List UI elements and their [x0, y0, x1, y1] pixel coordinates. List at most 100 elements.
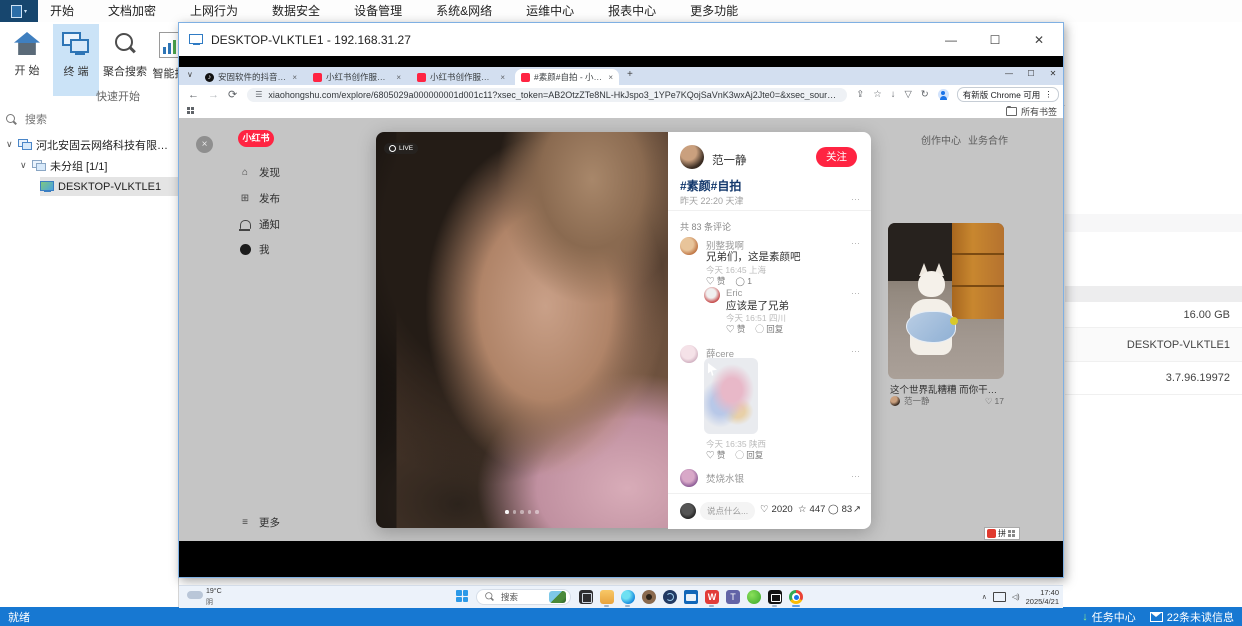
tab-close-icon[interactable]: × [292, 73, 297, 82]
taskbar-clock[interactable]: 17:40 2025/4/21 [1026, 588, 1059, 607]
menu-item-doc-encrypt[interactable]: 文档加密 [104, 0, 160, 24]
xiaohongshu-logo[interactable]: 小红书 [238, 130, 274, 147]
nav-notifications[interactable]: 通知 [239, 217, 280, 232]
feed-like-button[interactable]: ♡ 17 [985, 396, 1004, 407]
apps-grid-icon[interactable] [187, 107, 194, 114]
browser-close-button[interactable]: ✕ [1043, 67, 1063, 81]
tab-xhs-creator-1[interactable]: 小红书创作服务平台 × [307, 69, 407, 85]
edge-browser-icon[interactable] [621, 590, 635, 604]
tab-close-icon[interactable]: × [500, 73, 505, 82]
remote-minimize-button[interactable]: — [929, 23, 973, 56]
nav-more[interactable]: ≡ 更多 [239, 515, 280, 530]
menu-item-device-mgmt[interactable]: 设备管理 [350, 0, 406, 24]
all-bookmarks-button[interactable]: 所有书签 [1006, 105, 1057, 118]
more-icon[interactable]: ⋯ [851, 238, 860, 249]
comment-like-button[interactable]: ♡ 赞 [706, 275, 725, 287]
wps-office-icon[interactable]: W [705, 590, 719, 604]
business-coop-link[interactable]: 业务合作 [968, 132, 1008, 147]
browser-minimize-button[interactable]: — [999, 67, 1019, 81]
task-view-icon[interactable] [579, 590, 593, 604]
tab-xhs-creator-2[interactable]: 小红书创作服务平台 × [411, 69, 511, 85]
menu-item-web-behavior[interactable]: 上网行为 [186, 0, 242, 24]
sidebar-search[interactable] [6, 111, 166, 129]
tree-node-company[interactable]: ∨ 河北安固云网络科技有限公司 [1/1] [6, 135, 178, 154]
nav-me[interactable]: 我 [239, 242, 270, 257]
weather-temp[interactable]: 19°C [206, 588, 222, 595]
tree-node-terminal[interactable]: DESKTOP-VLKTLE1 [40, 177, 178, 196]
more-icon[interactable]: ⋯ [851, 346, 860, 357]
profile-avatar-icon[interactable] [938, 89, 949, 100]
download-icon[interactable]: ↓ [891, 89, 896, 100]
modal-close-button[interactable]: × [196, 136, 213, 153]
comment-author[interactable]: 焚烧水银 [706, 471, 744, 485]
follow-button[interactable]: 关注 [816, 147, 857, 167]
tab-search-chevron-icon[interactable]: ∨ [187, 70, 193, 79]
task-center-button[interactable]: ↓ 任务中心 [1082, 609, 1136, 625]
bookmark-star-icon[interactable]: ☆ [873, 89, 882, 100]
expand-icon[interactable]: ∨ [20, 160, 28, 171]
avatar[interactable] [890, 396, 900, 406]
weather-cloud-icon[interactable] [187, 591, 203, 599]
collect-button[interactable]: ☆ 447 [798, 504, 825, 515]
app-logo-button[interactable]: ▾ [0, 0, 38, 22]
comment-button[interactable]: ◯ 83 [828, 504, 852, 515]
expand-icon[interactable]: ∨ [6, 139, 14, 150]
unread-messages-button[interactable]: 22条未读信息 [1150, 609, 1234, 625]
tab-xhs-post-active[interactable]: #素颜#自拍 - 小红书 × [515, 69, 619, 85]
remote-close-button[interactable]: ✕ [1017, 23, 1061, 56]
share-button[interactable]: ↗ [853, 504, 861, 515]
chrome-update-chip[interactable]: 有新版 Chrome 可用 ⋮ [957, 87, 1059, 102]
wechat-icon[interactable] [747, 590, 761, 604]
feed-card-caption[interactable]: 这个世界乱糟糟 而你干干净净 [890, 382, 1004, 396]
tab-close-icon[interactable]: × [608, 73, 613, 82]
post-title[interactable]: #素颜#自拍 [680, 177, 741, 194]
my-avatar[interactable] [680, 503, 696, 519]
comment-like-button[interactable]: ♡ 赞 [706, 449, 725, 461]
extension-flask-icon[interactable]: ▽ [904, 89, 911, 100]
send-to-devices-icon[interactable]: ⇪ [856, 89, 864, 100]
kebab-menu-icon[interactable]: ⋮ [1044, 89, 1053, 100]
tree-node-group[interactable]: ∨ 未分组 [1/1] [20, 156, 178, 175]
ribbon-start-button[interactable]: 开 始 [4, 24, 50, 96]
tab-douyin[interactable]: ♪ 安固软件的抖音 - 抖音 × [199, 69, 303, 85]
menu-item-system-network[interactable]: 系统&网络 [432, 0, 496, 24]
commenter-avatar[interactable] [680, 237, 698, 255]
feed-author-name[interactable]: 范一静 [904, 395, 930, 407]
file-explorer-icon[interactable] [600, 590, 614, 604]
menu-item-data-security[interactable]: 数据安全 [268, 0, 324, 24]
copilot-icon[interactable] [663, 590, 677, 604]
more-icon[interactable]: ⋯ [851, 471, 860, 482]
nav-publish[interactable]: ⊞ 发布 [239, 191, 280, 206]
remote-maximize-button[interactable]: ☐ [973, 23, 1017, 56]
like-button[interactable]: ♡ 2020 [760, 504, 793, 515]
menu-item-start[interactable]: 开始 [46, 0, 78, 24]
address-bar[interactable]: ☰ xiaohongshu.com/explore/6805029a000000… [247, 88, 847, 102]
forward-icon[interactable]: → [208, 89, 219, 101]
creator-center-link[interactable]: 创作中心 [921, 132, 961, 147]
author-avatar[interactable] [680, 145, 704, 169]
post-photo[interactable]: LIVE [376, 132, 668, 528]
taskbar-search[interactable]: 搜索 [476, 589, 571, 605]
commenter-avatar[interactable] [680, 469, 698, 487]
comment-reply-button[interactable]: ◯ 1 [735, 276, 752, 287]
site-info-icon[interactable]: ☰ [255, 90, 262, 99]
nav-discover[interactable]: ⌂ 发现 [239, 165, 280, 180]
outlook-icon[interactable] [684, 590, 698, 604]
history-icon[interactable]: ↻ [921, 89, 929, 100]
commenter-avatar[interactable] [704, 287, 720, 303]
feed-card-dog-image[interactable] [888, 223, 1004, 379]
capcut-icon[interactable] [768, 590, 782, 604]
start-button[interactable] [456, 590, 469, 603]
comment-input[interactable]: 说点什么... [700, 502, 755, 520]
ribbon-search-button[interactable]: 聚合搜索 [101, 24, 149, 96]
more-icon[interactable]: ⋯ [851, 288, 860, 299]
comment-reply-button[interactable]: ◯ 回复 [735, 449, 763, 461]
comment-reply-button[interactable]: ◯ 回复 [755, 323, 783, 335]
comment-like-button[interactable]: ♡ 赞 [726, 323, 745, 335]
tray-display-icon[interactable] [993, 592, 1006, 602]
tray-chevron-icon[interactable]: ∧ [982, 593, 987, 601]
tab-close-icon[interactable]: × [396, 73, 401, 82]
new-tab-button[interactable]: + [627, 69, 633, 80]
more-icon[interactable]: ⋯ [851, 194, 860, 205]
menu-item-report-center[interactable]: 报表中心 [604, 0, 660, 24]
